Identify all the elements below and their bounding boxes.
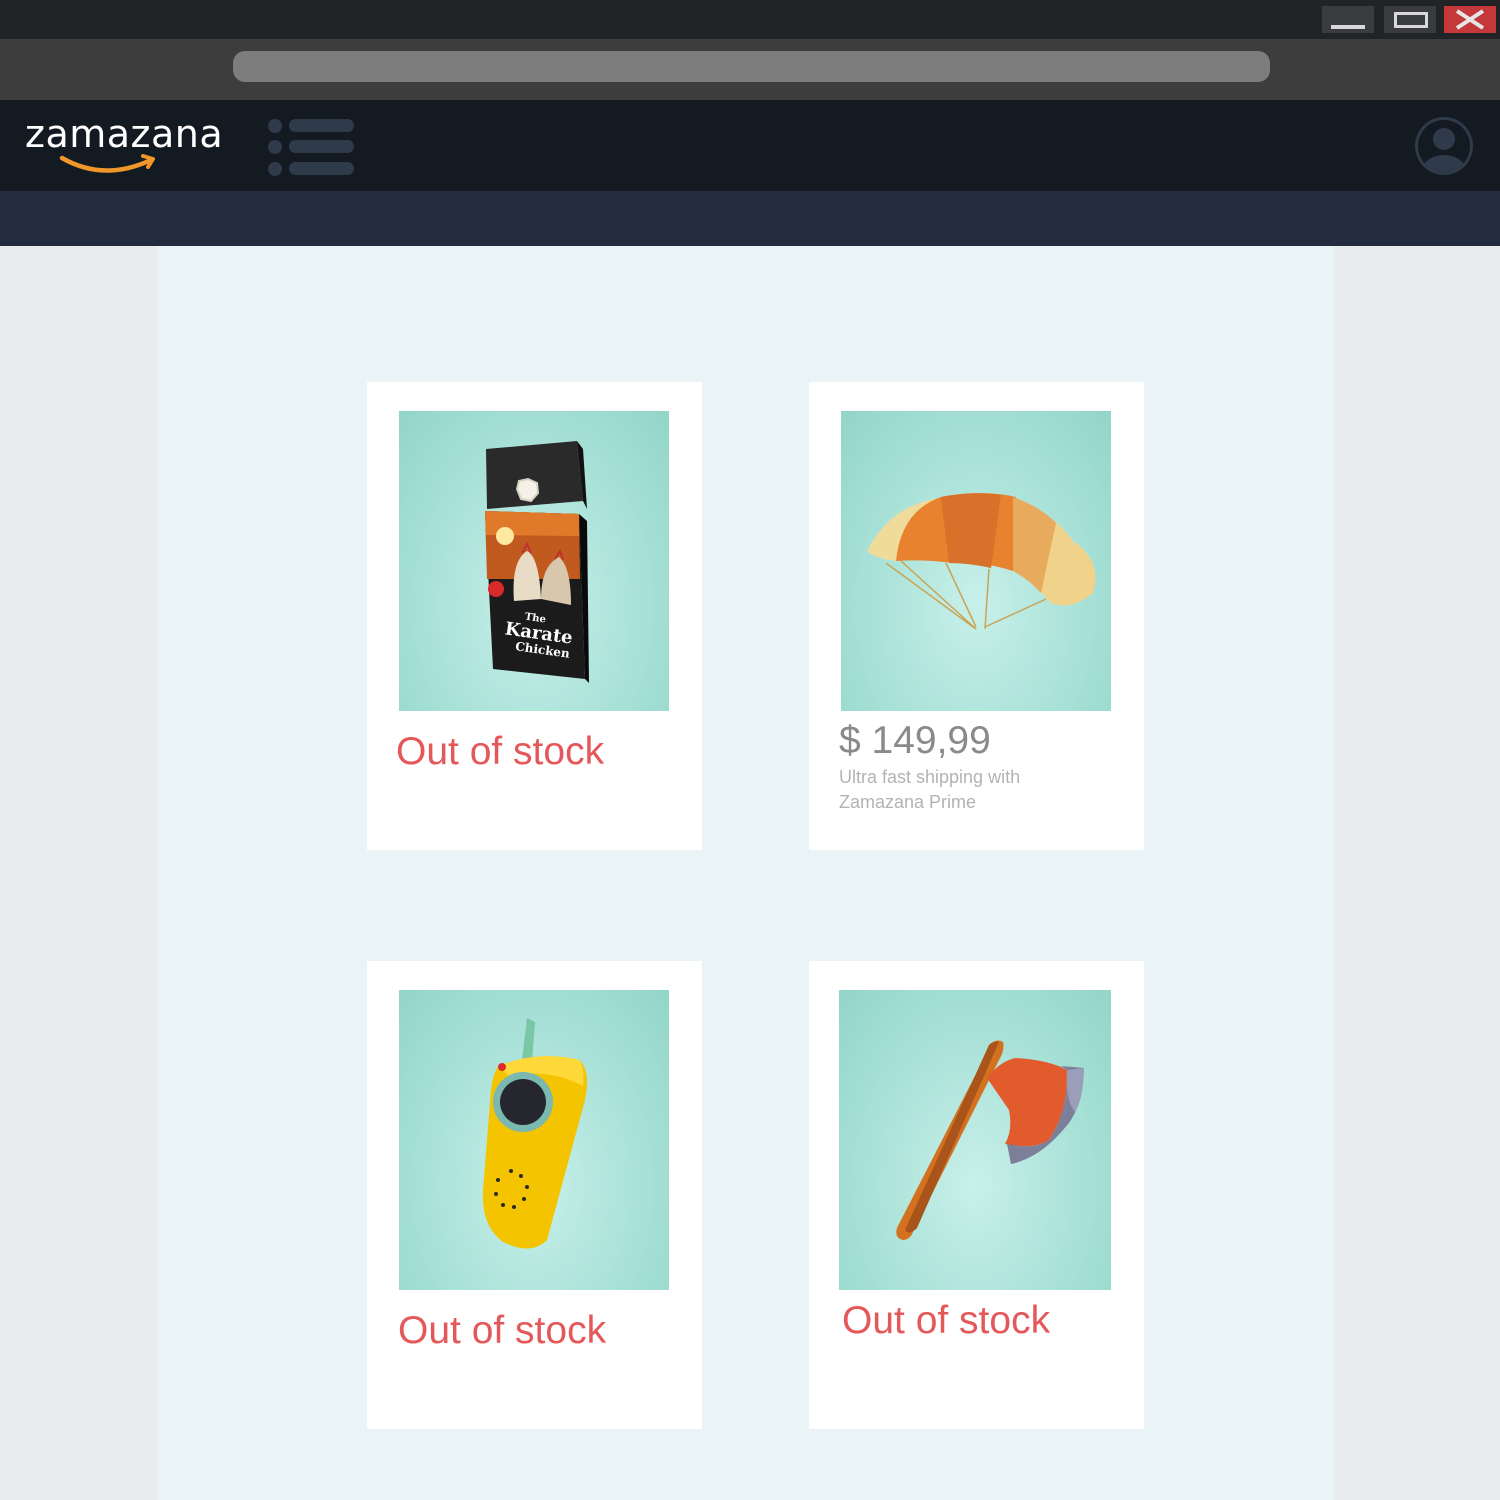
user-account-icon[interactable] <box>1413 115 1475 177</box>
window-titlebar <box>0 0 1500 39</box>
product-grid: The Karate Chicken Out of stock $ 149,99… <box>158 246 1334 1500</box>
product-price: $ 149,99 <box>839 719 991 762</box>
logo-text: zamazana <box>25 112 224 156</box>
product-image-walkie-talkie[interactable] <box>399 990 669 1290</box>
product-image-dvd[interactable]: The Karate Chicken <box>399 411 669 711</box>
product-image-parachute[interactable] <box>841 411 1111 711</box>
site-logo[interactable]: zamazana <box>25 112 224 173</box>
logo-smile-icon <box>59 154 155 173</box>
out-of-stock-label: Out of stock <box>842 1299 1051 1342</box>
product-image-axe[interactable] <box>839 990 1111 1290</box>
list-menu-icon[interactable] <box>268 119 358 179</box>
close-icon <box>1455 9 1485 30</box>
out-of-stock-label: Out of stock <box>398 1309 607 1352</box>
site-header: zamazana <box>0 100 1500 191</box>
product-card-parachute[interactable]: $ 149,99 Ultra fast shipping with Zamaza… <box>809 382 1144 850</box>
address-bar[interactable] <box>233 51 1270 82</box>
close-button[interactable] <box>1444 6 1496 33</box>
minimize-icon <box>1331 25 1365 29</box>
minimize-button[interactable] <box>1322 6 1374 33</box>
shipping-note: Ultra fast shipping with Zamazana Prime <box>839 767 1021 812</box>
product-card-dvd[interactable]: The Karate Chicken Out of stock <box>367 382 702 850</box>
browser-toolbar <box>0 39 1500 100</box>
maximize-button[interactable] <box>1384 6 1436 33</box>
product-card-walkie-talkie[interactable]: Out of stock <box>367 961 702 1429</box>
out-of-stock-label: Out of stock <box>396 730 605 773</box>
product-card-axe[interactable]: Out of stock <box>809 961 1144 1429</box>
maximize-icon <box>1394 12 1428 28</box>
category-bar <box>0 191 1500 246</box>
